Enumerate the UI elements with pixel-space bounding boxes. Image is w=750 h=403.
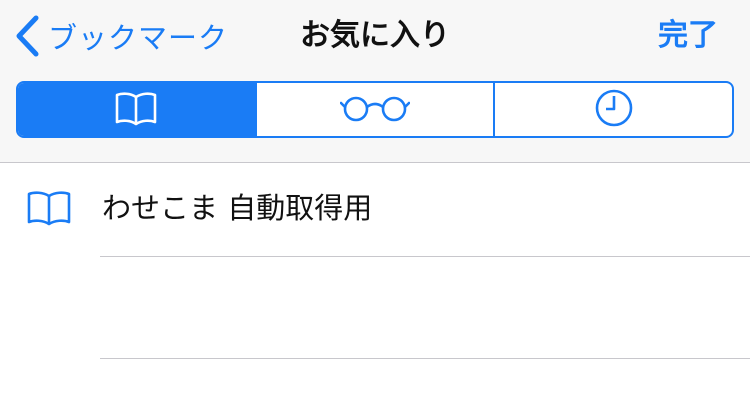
list-item[interactable]: わせこま 自動取得用 — [0, 163, 750, 257]
bookmark-list: わせこま 自動取得用 — [0, 163, 750, 359]
done-button[interactable]: 完了 — [658, 14, 718, 58]
list-item[interactable] — [0, 257, 750, 359]
clock-icon — [594, 88, 634, 132]
book-icon — [26, 189, 72, 231]
row-separator — [100, 358, 750, 359]
tab-bookmarks[interactable] — [18, 83, 255, 136]
book-icon — [114, 90, 158, 130]
reading-glasses-icon — [339, 93, 411, 127]
tab-reading-list[interactable] — [254, 83, 494, 136]
segmented-control — [16, 81, 734, 138]
list-item-label: わせこま 自動取得用 — [102, 191, 373, 225]
navigation-header: ブックマーク お気に入り 完了 — [0, 0, 750, 163]
tab-history[interactable] — [493, 83, 732, 136]
page-title: お気に入り — [300, 18, 450, 53]
